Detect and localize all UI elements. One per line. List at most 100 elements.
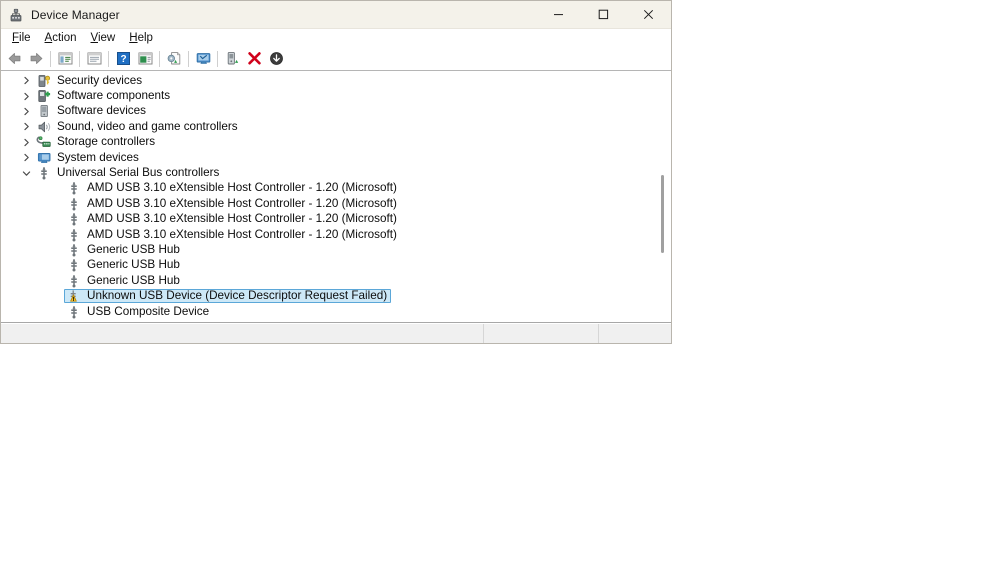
chevron-right-icon[interactable]	[19, 119, 34, 134]
disable-device-icon	[269, 52, 283, 65]
device-tree-row-label: Universal Serial Bus controllers	[57, 166, 220, 180]
device-tree-row[interactable]: AMD USB 3.10 eXtensible Host Controller …	[1, 212, 655, 227]
title-bar: Device Manager	[1, 1, 671, 29]
uninstall-device-button[interactable]	[243, 48, 265, 70]
device-manager-window: Device Manager File Action View Help ? S…	[0, 0, 672, 344]
show-hide-action-pane-button[interactable]	[134, 48, 156, 70]
toolbar-separator	[159, 50, 160, 67]
device-tree-row[interactable]: Generic USB Hub	[1, 242, 655, 257]
chevron-right-icon[interactable]	[19, 73, 34, 88]
toolbar-separator	[108, 50, 109, 67]
usb-icon	[36, 166, 52, 181]
row-content: AMD USB 3.10 eXtensible Host Controller …	[64, 181, 401, 195]
device-tree-row[interactable]: Sound, video and game controllers	[1, 119, 655, 134]
device-tree-pane[interactable]: Security devices Software components Softw…	[1, 71, 671, 323]
menu-item-view[interactable]: View	[84, 30, 123, 46]
window-title: Device Manager	[31, 7, 120, 22]
forward-arrow-icon	[30, 53, 42, 64]
status-cell-2	[484, 324, 599, 343]
minimize-button[interactable]	[536, 1, 581, 28]
forward-button[interactable]	[25, 48, 47, 70]
properties-button[interactable]	[83, 48, 105, 70]
toolbar-separator	[79, 50, 80, 67]
chevron-right-icon[interactable]	[19, 89, 34, 104]
usb-icon	[66, 196, 82, 211]
chevron-down-icon[interactable]	[19, 166, 34, 181]
menu-item-help[interactable]: Help	[122, 30, 160, 46]
device-tree-row-label: AMD USB 3.10 eXtensible Host Controller …	[87, 181, 397, 195]
security-device-icon	[36, 73, 52, 88]
help-button[interactable]: ?	[112, 48, 134, 70]
vertical-scrollbar[interactable]	[655, 71, 670, 322]
toolbar-separator	[188, 50, 189, 67]
row-content: Generic USB Hub	[64, 243, 184, 257]
chevron-right-icon[interactable]	[19, 135, 34, 150]
status-bar	[1, 323, 671, 343]
device-tree-row-label: Generic USB Hub	[87, 273, 180, 287]
device-tree-row[interactable]: Software components	[1, 88, 655, 103]
enable-device-button[interactable]	[221, 48, 243, 70]
device-tree-row[interactable]: Generic USB Hub	[1, 258, 655, 273]
usb-icon	[66, 212, 82, 227]
usb-icon	[66, 227, 82, 242]
device-tree-row[interactable]: AMD USB 3.10 eXtensible Host Controller …	[1, 196, 655, 211]
toolbar-separator	[50, 50, 51, 67]
enable-device-icon	[227, 52, 238, 65]
twisty-none	[49, 212, 64, 227]
device-tree-row-label: AMD USB 3.10 eXtensible Host Controller …	[87, 196, 397, 210]
device-tree-row[interactable]: Unknown USB Device (Device Descriptor Re…	[1, 288, 655, 304]
twisty-none	[49, 242, 64, 257]
chevron-right-icon[interactable]	[19, 104, 34, 119]
menu-bar: File Action View Help	[1, 29, 671, 47]
back-button[interactable]	[3, 48, 25, 70]
row-content: AMD USB 3.10 eXtensible Host Controller …	[64, 197, 401, 211]
row-content: USB Composite Device	[64, 305, 213, 319]
device-manager-icon	[8, 7, 24, 23]
device-tree-row[interactable]: Storage controllers	[1, 135, 655, 150]
disable-device-button[interactable]	[265, 48, 287, 70]
close-button[interactable]	[626, 1, 671, 28]
device-tree-row[interactable]: Generic USB Hub	[1, 273, 655, 288]
device-tree-row[interactable]: Security devices	[1, 73, 655, 88]
device-tree-row-label: Unknown USB Device (Device Descriptor Re…	[87, 289, 388, 303]
status-cell-1	[1, 324, 484, 343]
device-tree-row-label: Sound, video and game controllers	[57, 119, 238, 133]
row-content: AMD USB 3.10 eXtensible Host Controller …	[64, 212, 401, 226]
device-tree-row-label: AMD USB 3.10 eXtensible Host Controller …	[87, 212, 397, 226]
device-tree-row[interactable]: Universal Serial Bus controllers	[1, 165, 655, 180]
chevron-right-icon[interactable]	[19, 150, 34, 165]
status-cell-3	[599, 324, 671, 343]
help-icon: ?	[116, 52, 130, 65]
device-tree-row[interactable]: Software devices	[1, 104, 655, 119]
sound-device-icon	[36, 119, 52, 134]
update-driver-button[interactable]	[163, 48, 185, 70]
selected-row-highlight: Unknown USB Device (Device Descriptor Re…	[64, 289, 392, 304]
row-content: System devices	[34, 151, 143, 165]
menu-item-action[interactable]: Action	[38, 30, 84, 46]
maximize-icon	[598, 9, 609, 20]
device-tree-row[interactable]: AMD USB 3.10 eXtensible Host Controller …	[1, 181, 655, 196]
device-tree-row[interactable]: System devices	[1, 150, 655, 165]
device-tree-row-label: AMD USB 3.10 eXtensible Host Controller …	[87, 227, 397, 241]
menu-item-file[interactable]: File	[5, 30, 38, 46]
svg-text:?: ?	[120, 54, 126, 65]
device-tree-row[interactable]: USB Composite Device	[1, 304, 655, 319]
row-content: Software devices	[34, 104, 150, 118]
device-tree-row[interactable]: AMD USB 3.10 eXtensible Host Controller …	[1, 227, 655, 242]
twisty-none	[49, 304, 64, 319]
scrollbar-thumb[interactable]	[661, 175, 664, 253]
back-arrow-icon	[8, 53, 20, 64]
device-tree: Security devices Software components Softw…	[1, 73, 655, 322]
row-content: Software components	[34, 89, 174, 103]
update-driver-icon	[167, 52, 180, 65]
properties-icon	[87, 52, 101, 65]
usb-icon	[66, 273, 82, 288]
window-controls	[536, 1, 671, 28]
device-tree-row-label: Generic USB Hub	[87, 258, 180, 272]
scan-hardware-changes-button[interactable]	[192, 48, 214, 70]
maximize-button[interactable]	[581, 1, 626, 28]
row-content: Security devices	[34, 74, 146, 88]
usb-icon	[66, 181, 82, 196]
show-hide-console-tree-button[interactable]	[54, 48, 76, 70]
action-pane-icon	[138, 52, 152, 65]
